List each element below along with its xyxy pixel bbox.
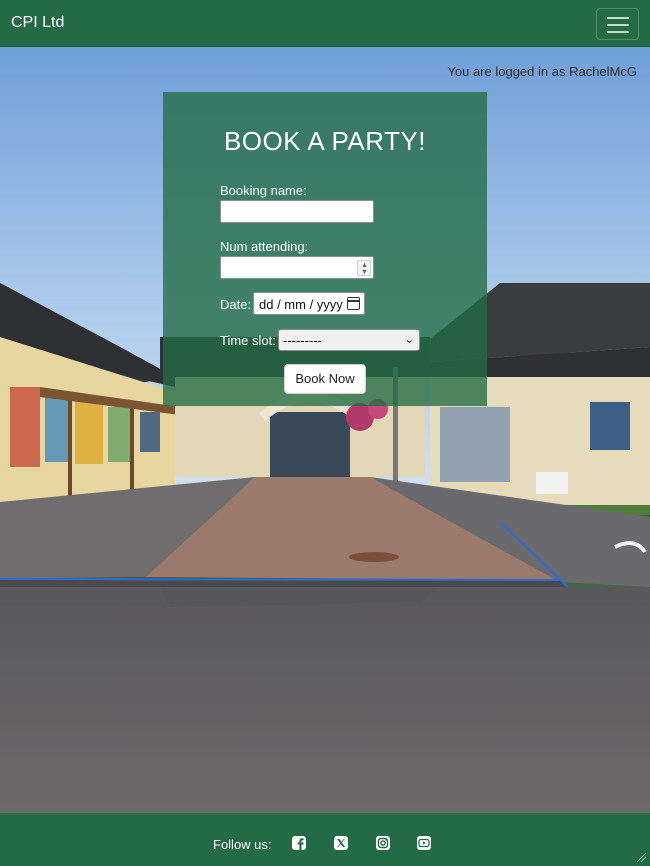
instagram-icon[interactable] bbox=[375, 835, 391, 851]
login-status-text: You are logged in as RachelMcG bbox=[447, 64, 637, 79]
book-now-button[interactable]: Book Now bbox=[284, 364, 366, 394]
num-attending-label: Num attending: bbox=[220, 239, 309, 254]
number-spinner-icon[interactable]: ▲ ▼ bbox=[357, 260, 371, 276]
follow-us-label: Follow us: bbox=[213, 837, 272, 852]
footer: Follow us: bbox=[0, 813, 650, 866]
chevron-down-icon: ⌄ bbox=[404, 334, 414, 346]
booking-name-label: Booking name: bbox=[220, 183, 307, 198]
panel-title: BOOK A PARTY! bbox=[223, 126, 427, 156]
x-twitter-icon[interactable] bbox=[333, 835, 349, 851]
date-placeholder: dd / mm / yyyy bbox=[259, 297, 343, 312]
hamburger-menu-icon[interactable] bbox=[596, 8, 639, 40]
date-input[interactable]: dd / mm / yyyy bbox=[253, 292, 365, 315]
time-slot-select[interactable]: --------- ⌄ bbox=[278, 329, 420, 351]
booking-name-input[interactable] bbox=[220, 200, 374, 223]
calendar-icon[interactable] bbox=[347, 297, 360, 310]
time-slot-label: Time slot: bbox=[220, 333, 276, 348]
date-label: Date: bbox=[220, 297, 252, 312]
brand-logo-text[interactable]: CPI Ltd bbox=[11, 14, 64, 32]
youtube-icon[interactable] bbox=[416, 835, 432, 851]
resize-handle-icon[interactable] bbox=[635, 851, 647, 863]
facebook-icon[interactable] bbox=[291, 835, 307, 851]
time-slot-value: --------- bbox=[283, 333, 322, 348]
num-attending-input[interactable]: ▲ ▼ bbox=[220, 256, 374, 279]
booking-panel: BOOK A PARTY! Booking name: Num attendin… bbox=[163, 92, 487, 406]
top-navbar: CPI Ltd bbox=[0, 0, 650, 47]
